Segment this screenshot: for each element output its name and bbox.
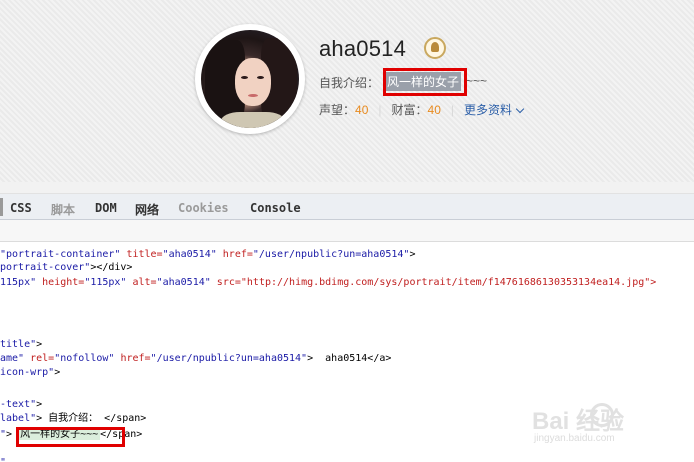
- code-line[interactable]: label"> 自我介绍： </span>: [0, 412, 146, 425]
- code-line[interactable]: portrait-cover"></div>: [0, 261, 132, 274]
- watermark-logo: Bai 经验 jingyan.baidu.com: [532, 395, 682, 450]
- code-line[interactable]: ": [0, 456, 6, 462]
- code-line[interactable]: ame" rel="nofollow" href="/user/npublic?…: [0, 352, 391, 365]
- highlight-box-source: [16, 427, 125, 447]
- code-line[interactable]: icon-wrp">: [0, 366, 60, 379]
- pen-nib-badge-icon[interactable]: [424, 37, 446, 59]
- paw-icon: [590, 403, 614, 427]
- username[interactable]: aha0514: [319, 36, 406, 62]
- code-line[interactable]: title">: [0, 338, 42, 351]
- html-source-view: "portrait-container" title="aha0514" hre…: [0, 62, 694, 462]
- watermark-sub: jingyan.baidu.com: [534, 433, 615, 444]
- code-line[interactable]: -text">: [0, 398, 42, 411]
- code-line[interactable]: "portrait-container" title="aha0514" hre…: [0, 248, 415, 261]
- code-line[interactable]: 115px" height="115px" alt="aha0514" src=…: [0, 276, 656, 289]
